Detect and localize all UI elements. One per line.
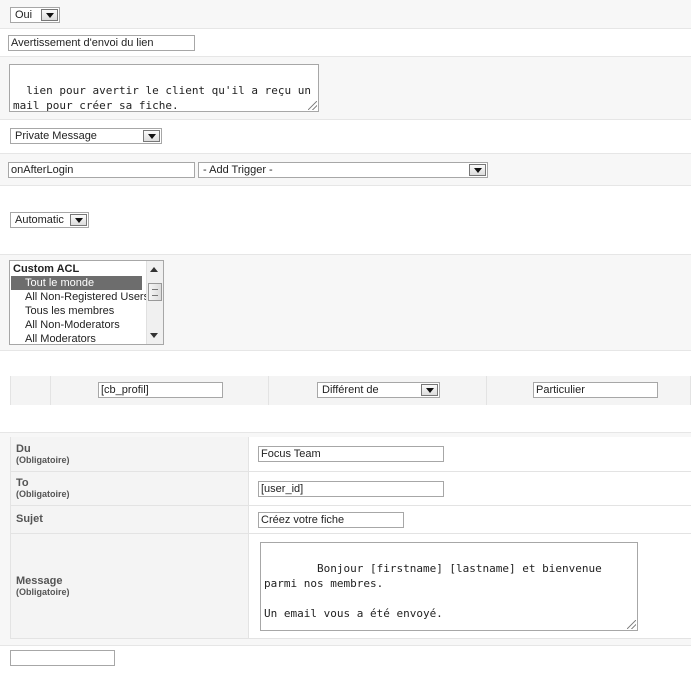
resize-handle-icon[interactable] — [308, 101, 317, 110]
subject-input[interactable]: Créez votre fiche — [258, 511, 404, 528]
condition-value-cell: Particulier — [486, 376, 691, 405]
chevron-down-icon — [41, 9, 58, 21]
acl-option-non-registered[interactable]: All Non-Registered Users — [11, 290, 149, 304]
description-textarea[interactable]: lien pour avertir le client qu'il a reçu… — [9, 64, 319, 112]
acl-option-non-moderators[interactable]: All Non-Moderators — [11, 318, 142, 332]
link-title-input[interactable]: Avertissement d'envoi du lien — [8, 35, 195, 51]
mode-select[interactable]: Automatic — [10, 212, 89, 228]
acl-option-moderators[interactable]: All Moderators — [11, 332, 142, 344]
acl-option-tout-le-monde[interactable]: Tout le monde — [11, 276, 142, 290]
condition-field-input[interactable]: [cb_profil] — [98, 382, 223, 398]
trigger-input[interactable]: onAfterLogin — [8, 162, 195, 178]
scroll-down-icon[interactable] — [150, 333, 158, 338]
condition-empty-cell — [10, 376, 51, 405]
chevron-down-icon — [421, 384, 438, 396]
to-label-cell: To (Obligatoire) — [10, 471, 249, 506]
message-label: Message — [16, 574, 63, 587]
message-type-value: Private Message — [15, 130, 97, 142]
to-required: (Obligatoire) — [16, 489, 70, 499]
to-label: To — [16, 477, 29, 489]
scroll-up-icon[interactable] — [150, 267, 158, 272]
message-input-cell: Bonjour [firstname] [lastname] et bienve… — [248, 533, 691, 639]
message-required: (Obligatoire) — [16, 586, 70, 597]
from-input-cell: Focus Team — [248, 437, 691, 472]
acl-listbox[interactable]: Custom ACL Tout le monde All Non-Registe… — [9, 260, 164, 345]
chevron-down-icon — [70, 214, 87, 226]
mode-select-value: Automatic — [15, 214, 64, 226]
enabled-select[interactable]: Oui — [10, 7, 60, 23]
condition-operator-cell: Différent de — [268, 376, 487, 405]
condition-operator-value: Différent de — [322, 384, 379, 396]
enabled-select-value: Oui — [15, 9, 33, 21]
condition-field-cell: [cb_profil] — [50, 376, 269, 405]
chevron-down-icon — [143, 130, 160, 142]
subject-input-cell: Créez votre fiche — [248, 505, 691, 534]
acl-scrollbar[interactable] — [146, 261, 163, 344]
message-text: Bonjour [firstname] [lastname] et bienve… — [264, 561, 602, 620]
from-label: Du — [16, 442, 31, 455]
condition-operator-select[interactable]: Différent de — [317, 382, 440, 398]
to-input-cell: [user_id] — [248, 471, 691, 506]
resize-handle-icon[interactable] — [627, 619, 636, 629]
from-label-cell: Du (Obligatoire) — [10, 437, 249, 472]
condition-value-input[interactable]: Particulier — [533, 382, 658, 398]
to-input[interactable]: [user_id] — [258, 480, 444, 497]
add-trigger-select[interactable]: - Add Trigger - — [198, 162, 488, 178]
message-type-select[interactable]: Private Message — [10, 128, 162, 144]
subject-label-cell: Sujet — [10, 505, 249, 534]
condition-table: [cb_profil] Différent de Particulier — [10, 376, 691, 405]
row-enabled — [0, 0, 691, 29]
acl-group-label: Custom ACL — [13, 263, 80, 275]
from-input[interactable]: Focus Team — [258, 446, 444, 462]
message-textarea[interactable]: Bonjour [firstname] [lastname] et bienve… — [260, 541, 638, 631]
subject-label: Sujet — [16, 513, 43, 525]
add-trigger-value: - Add Trigger - — [203, 164, 273, 176]
message-label-cell: Message (Obligatoire) — [10, 533, 249, 639]
chevron-down-icon — [469, 164, 486, 176]
scroll-thumb[interactable] — [148, 283, 162, 301]
description-text: lien pour avertir le client qu'il a reçu… — [13, 84, 318, 112]
message-form-table: Du (Obligatoire) Focus Team To (Obligato… — [10, 437, 691, 639]
from-required: (Obligatoire) — [16, 454, 70, 465]
acl-option-tous-les-membres[interactable]: Tous les membres — [11, 304, 142, 318]
bottom-input[interactable] — [10, 650, 115, 666]
row-mode — [0, 186, 691, 255]
